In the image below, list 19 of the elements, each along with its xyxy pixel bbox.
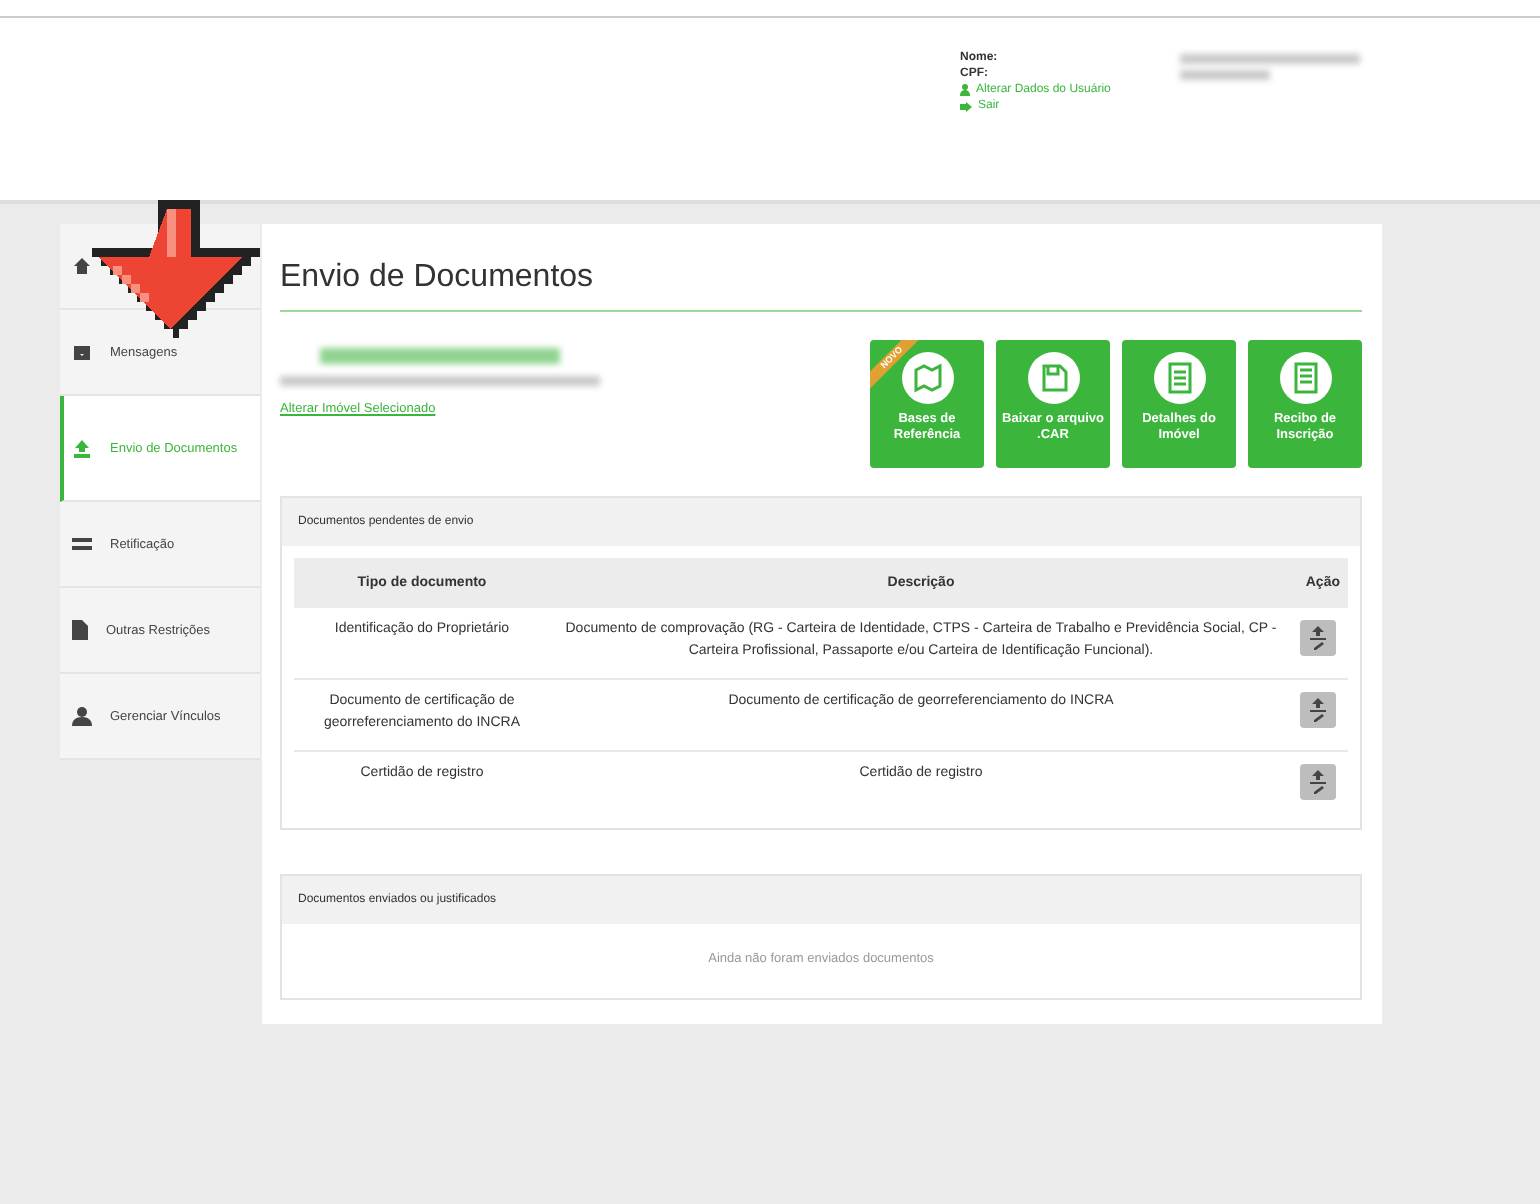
upload-button[interactable] <box>1300 692 1336 728</box>
person-icon <box>960 84 970 96</box>
upload-button[interactable] <box>1300 764 1336 800</box>
arrow-down-icon <box>92 200 260 344</box>
upload-icon <box>72 439 92 457</box>
list-icon <box>72 537 92 551</box>
upload-button[interactable] <box>1300 620 1336 656</box>
redacted-text <box>1180 69 1270 79</box>
page-title: Envio de Documentos <box>280 260 1362 312</box>
upload-edit-icon <box>1310 626 1326 650</box>
inbox-icon <box>72 343 92 361</box>
upload-edit-icon <box>1310 770 1326 794</box>
person-icon <box>72 706 92 726</box>
exit-icon <box>960 101 972 111</box>
receipt-icon <box>1279 352 1331 404</box>
map-icon <box>901 352 953 404</box>
upload-edit-icon <box>1310 698 1326 722</box>
home-icon <box>72 256 92 276</box>
document-icon <box>1153 352 1205 404</box>
